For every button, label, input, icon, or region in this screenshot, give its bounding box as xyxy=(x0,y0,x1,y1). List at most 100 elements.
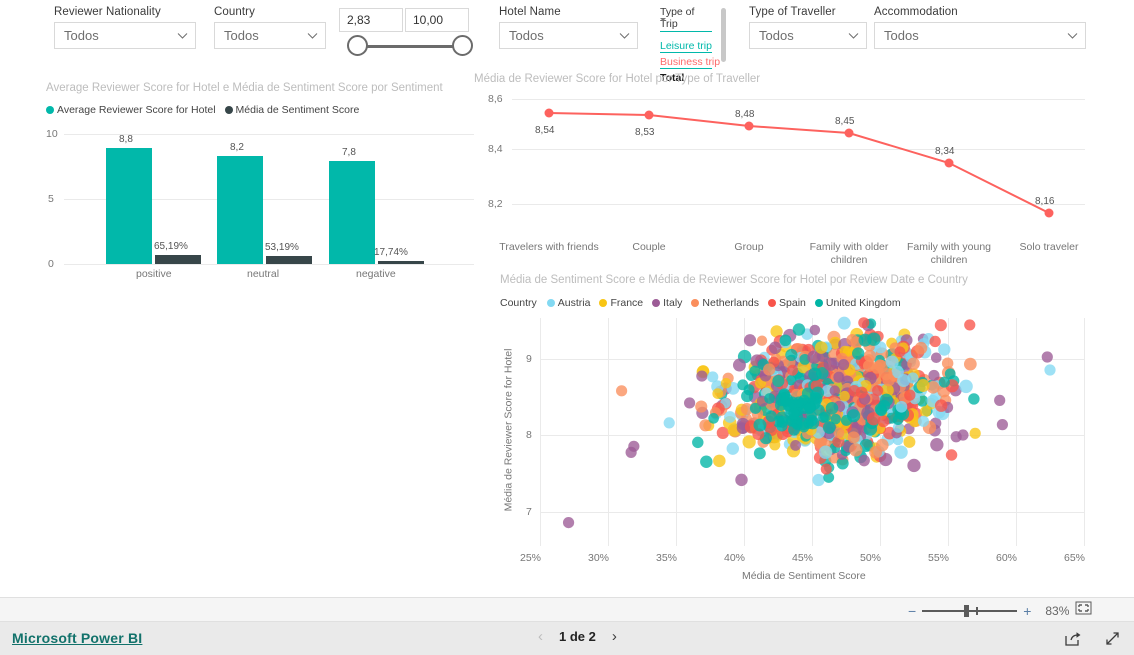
accommodation-value: Todos xyxy=(884,28,919,43)
bar-positive-sentiment[interactable] xyxy=(155,255,201,264)
scatter-xtick-8: 65% xyxy=(1064,552,1086,564)
range-track xyxy=(359,45,461,48)
sort-caret-icon xyxy=(660,18,666,21)
bar-neutral-sentiment[interactable] xyxy=(266,256,312,264)
page-indicator: 1 de 2 xyxy=(559,629,596,644)
fit-to-page-icon[interactable] xyxy=(1075,601,1092,620)
line-label-2: 8,48 xyxy=(735,109,755,120)
score-range-max-value: 10,00 xyxy=(413,13,444,27)
zoom-slider-thumb[interactable] xyxy=(964,604,970,617)
scatter-xtick-0: 25% xyxy=(520,552,542,564)
chevron-down-icon xyxy=(176,29,189,42)
bar-xtick-positive: positive xyxy=(136,268,172,280)
zoom-slider-track xyxy=(922,610,1018,612)
zoom-control[interactable]: − + 83% xyxy=(908,601,1092,620)
scatter-chart-visual[interactable]: Média de Sentiment Score e Média de Revi… xyxy=(472,274,1092,586)
line-xtick-5: Solo traveler xyxy=(1019,241,1079,253)
hotel-name-label: Hotel Name xyxy=(499,6,561,18)
line-xtick-2: Group xyxy=(734,241,764,253)
score-range-max-input[interactable]: 10,00 xyxy=(405,8,469,32)
report-canvas: Reviewer Nationality Todos Country Todos… xyxy=(0,0,1134,597)
minus-icon[interactable]: − xyxy=(908,604,916,618)
legend-label: Average Reviewer Score for Hotel xyxy=(57,104,216,116)
page-navigation[interactable]: ‹ 1 de 2 › xyxy=(538,629,617,644)
reviewer-nationality-label: Reviewer Nationality xyxy=(54,6,161,18)
zoom-level-value: 83% xyxy=(1045,603,1070,618)
bar-label-neutral-score: 8,2 xyxy=(230,142,244,153)
type-of-traveller-value: Todos xyxy=(759,28,794,43)
bar-label-positive-score: 8,8 xyxy=(119,134,133,145)
accommodation-dropdown[interactable]: Todos xyxy=(874,22,1086,49)
type-of-trip-item-business[interactable]: Business trip xyxy=(660,53,720,69)
line-label-4: 8,34 xyxy=(935,146,955,157)
chevron-down-icon xyxy=(618,29,631,42)
share-icon[interactable] xyxy=(1064,630,1082,652)
reviewer-nationality-value: Todos xyxy=(64,28,99,43)
country-value: Todos xyxy=(224,28,259,43)
line-xtick-1: Couple xyxy=(632,241,666,253)
type-of-trip-label: Type of Trip xyxy=(660,6,712,32)
legend-item-avg-reviewer-score[interactable]: Average Reviewer Score for Hotel xyxy=(46,104,216,116)
hotel-name-dropdown[interactable]: Todos xyxy=(499,22,638,49)
fullscreen-icon[interactable] xyxy=(1104,630,1122,652)
bar-ytick-0: 0 xyxy=(48,258,54,270)
bar-label-negative-score: 7,8 xyxy=(342,147,356,158)
line-chart-visual[interactable]: Média de Reviewer Score for Hotel por Ty… xyxy=(472,73,1092,273)
bar-label-positive-sentiment: 65,19% xyxy=(154,241,188,252)
scatter-xtick-5: 50% xyxy=(860,552,882,564)
line-xtick-0: Travelers with friends xyxy=(499,241,599,253)
chevron-down-icon xyxy=(306,29,319,42)
accommodation-label: Accommodation xyxy=(874,6,958,18)
reviewer-nationality-dropdown[interactable]: Todos xyxy=(54,22,196,49)
chevron-right-icon[interactable]: › xyxy=(612,629,617,644)
line-xtick-3: Family with older children xyxy=(809,241,889,266)
range-handle-max[interactable] xyxy=(452,35,473,56)
type-of-traveller-dropdown[interactable]: Todos xyxy=(749,22,867,49)
gridline xyxy=(64,264,474,265)
line-label-0: 8,54 xyxy=(535,125,555,136)
bar-chart-title: Average Reviewer Score for Hotel e Média… xyxy=(46,82,443,94)
legend-dot-icon xyxy=(46,106,54,114)
scatter-points-layer xyxy=(562,316,1056,529)
type-of-trip-scrollbar[interactable] xyxy=(721,8,726,62)
score-range-min-input[interactable]: 2,83 xyxy=(339,8,403,32)
legend-dot-icon xyxy=(224,106,233,114)
line-label-5: 8,16 xyxy=(1035,196,1055,207)
plus-icon[interactable]: + xyxy=(1023,604,1031,618)
country-dropdown[interactable]: Todos xyxy=(214,22,326,49)
chevron-down-icon xyxy=(847,29,860,42)
scatter-x-axis-title: Média de Sentiment Score xyxy=(742,570,866,582)
hotel-name-value: Todos xyxy=(509,28,544,43)
bar-chart-visual[interactable]: Average Reviewer Score for Hotel e Média… xyxy=(44,82,474,282)
country-label: Country xyxy=(214,6,255,18)
scatter-xtick-2: 35% xyxy=(656,552,678,564)
bar-label-negative-sentiment: 17,74% xyxy=(374,247,408,258)
type-of-traveller-label: Type of Traveller xyxy=(749,6,836,18)
bar-chart-legend: Average Reviewer Score for Hotel Média d… xyxy=(46,104,365,116)
line-xtick-4: Family with young children xyxy=(906,241,992,266)
chevron-left-icon[interactable]: ‹ xyxy=(538,629,543,644)
bar-xtick-neutral: neutral xyxy=(247,268,280,280)
legend-label: Média de Sentiment Score xyxy=(235,104,360,116)
bar-label-neutral-sentiment: 53,19% xyxy=(265,242,299,253)
bar-negative-score[interactable] xyxy=(329,161,375,264)
bar-positive-score[interactable] xyxy=(106,148,152,264)
type-of-trip-item-leisure[interactable]: Leisure trip xyxy=(660,37,712,53)
scatter-xtick-6: 55% xyxy=(928,552,950,564)
zoom-slider-tick xyxy=(976,606,978,615)
power-bi-brand-link[interactable]: Microsoft Power BI xyxy=(12,630,142,646)
scatter-xtick-4: 45% xyxy=(792,552,814,564)
bar-ytick-10: 10 xyxy=(46,128,58,140)
bar-negative-sentiment[interactable] xyxy=(378,261,424,264)
zoom-slider[interactable] xyxy=(922,603,1018,619)
scatter-xtick-1: 30% xyxy=(588,552,610,564)
bar-xtick-negative: negative xyxy=(356,268,396,280)
range-handle-min[interactable] xyxy=(347,35,368,56)
legend-item-sentiment-score[interactable]: Média de Sentiment Score xyxy=(224,104,360,116)
score-range-min-value: 2,83 xyxy=(347,13,371,27)
score-range-slider[interactable] xyxy=(347,35,473,57)
scatter-xtick-7: 60% xyxy=(996,552,1018,564)
bar-neutral-score[interactable] xyxy=(217,156,263,264)
line-chart-series xyxy=(544,108,1054,218)
power-bi-report: Reviewer Nationality Todos Country Todos… xyxy=(0,0,1134,655)
